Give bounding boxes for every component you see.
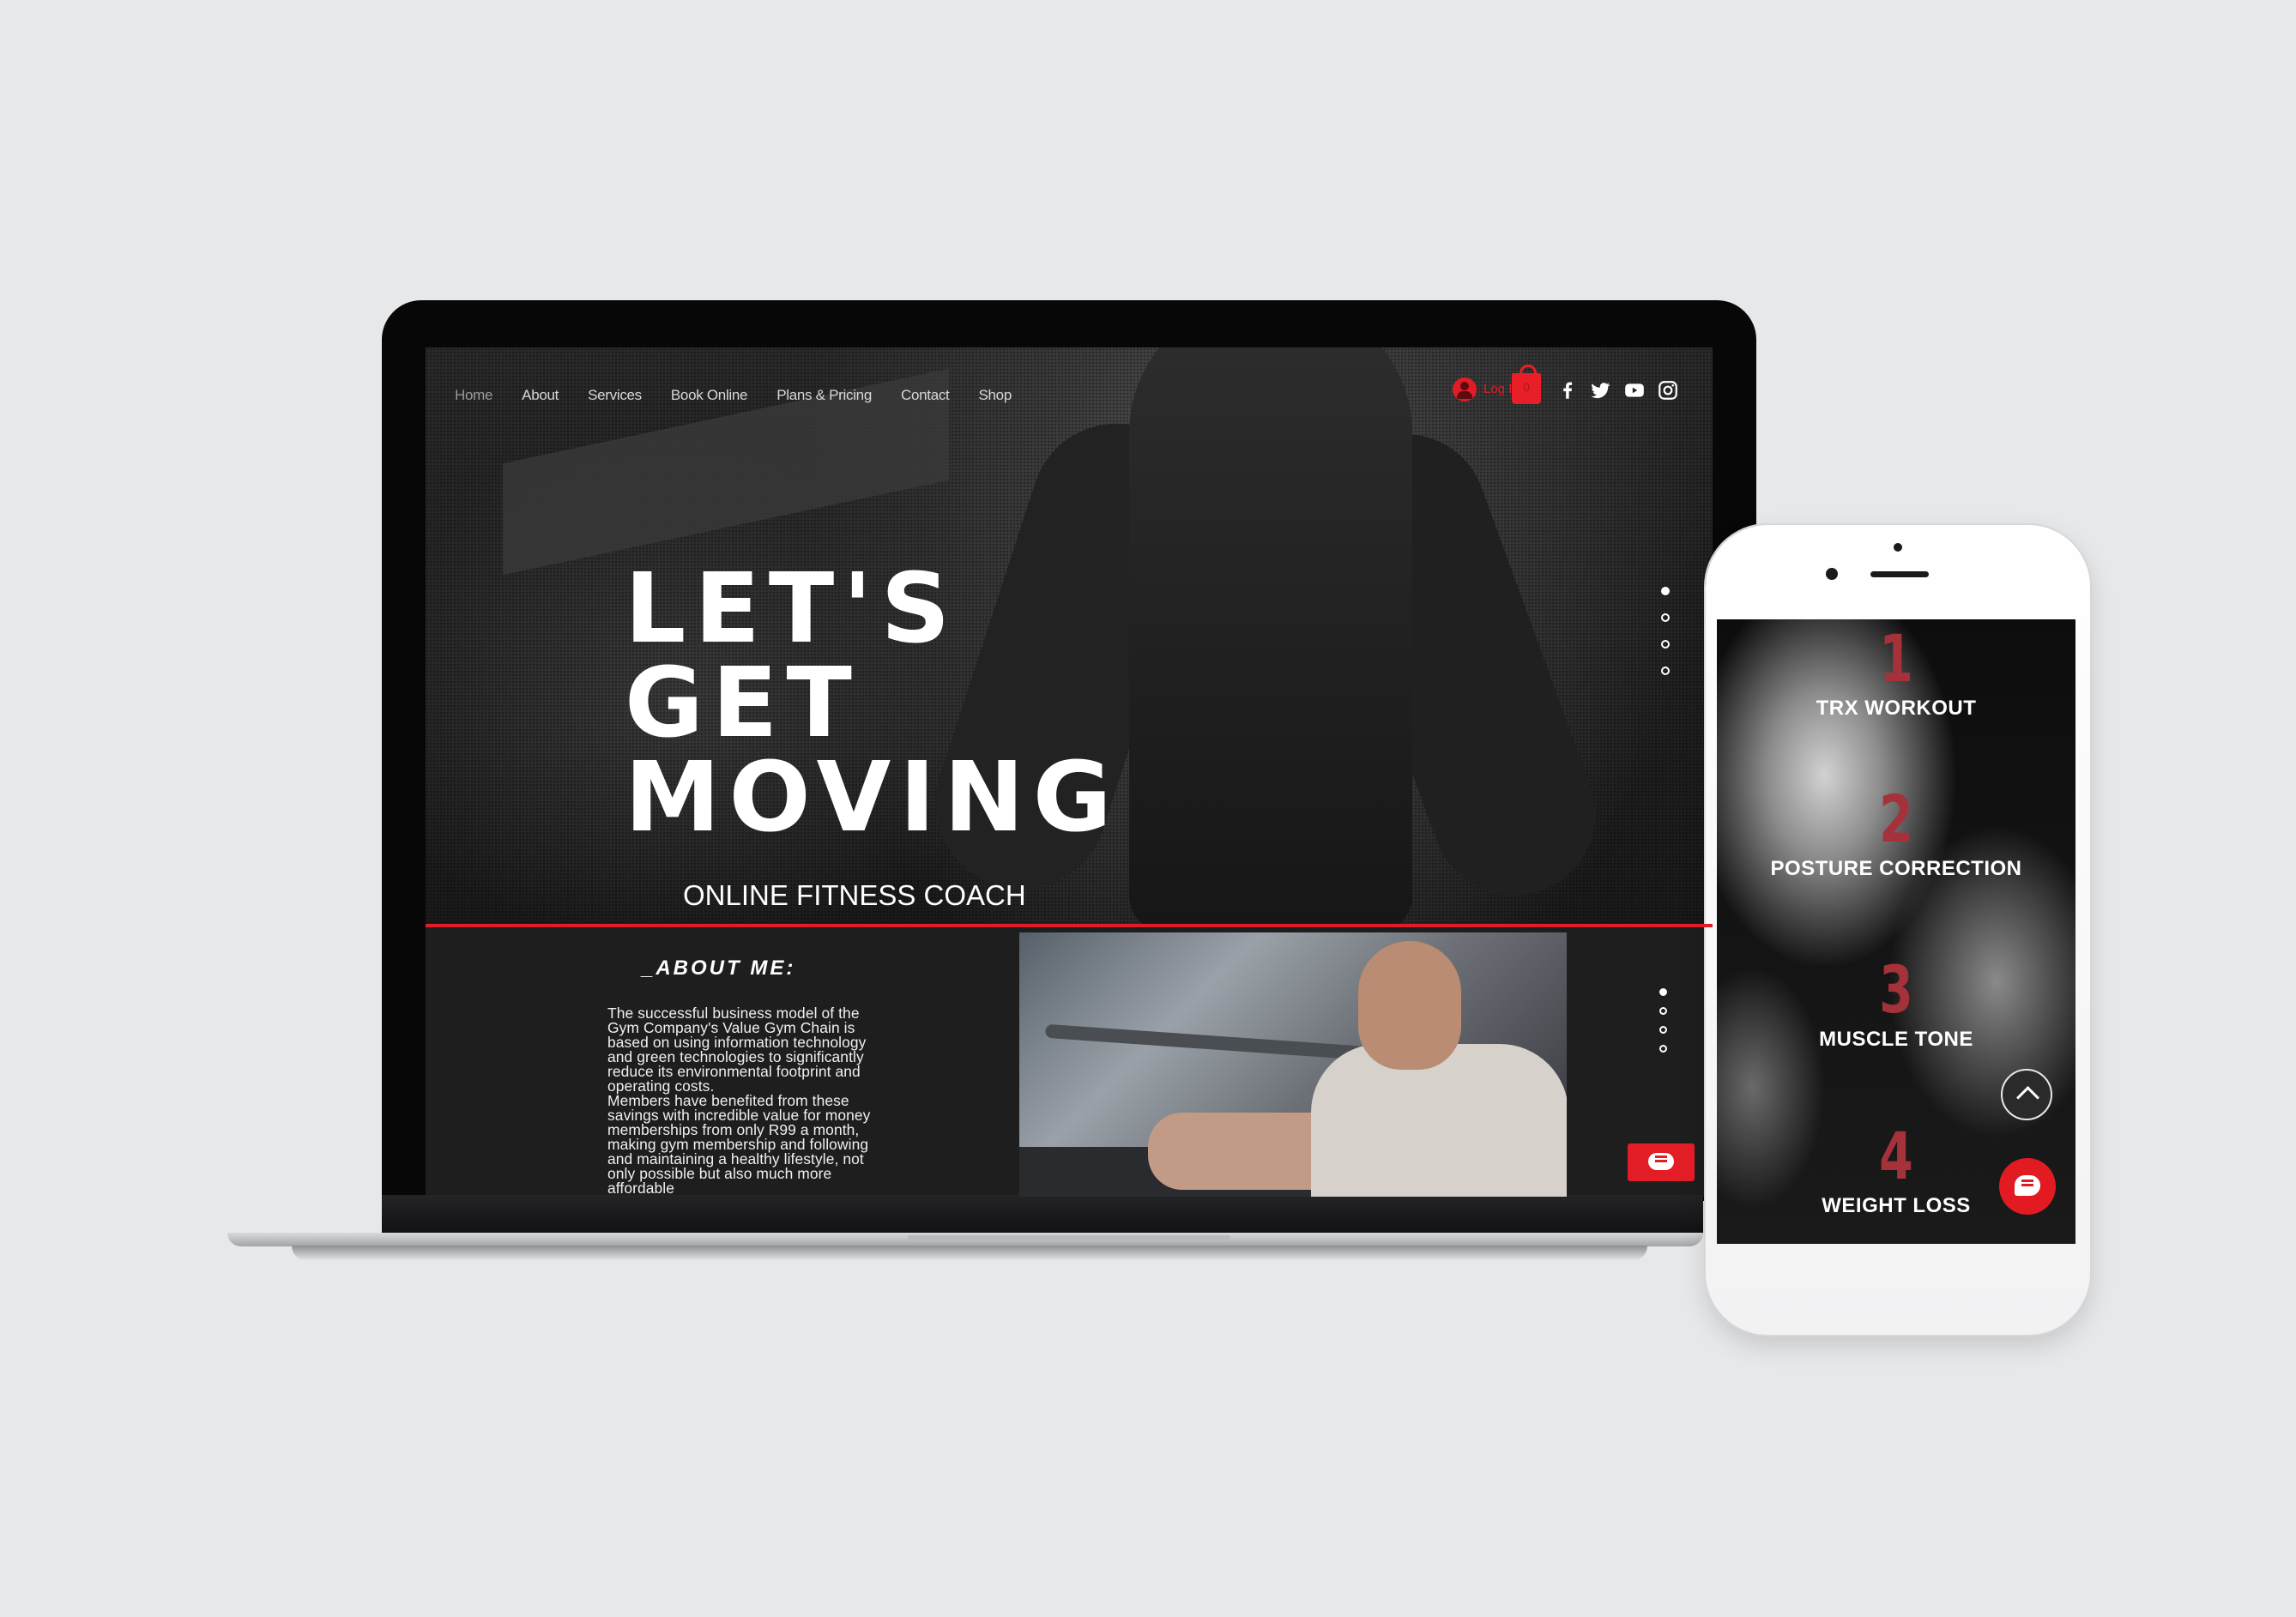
slide-dot-1[interactable] — [1661, 587, 1670, 595]
hero-title-line-2: GET — [625, 648, 861, 759]
cart-count: 0 — [1523, 380, 1530, 394]
phone-sensor — [1894, 543, 1902, 552]
about-body: The successful business model of the Gym… — [607, 1005, 871, 1197]
service-number: 4 — [1879, 1118, 1913, 1194]
chat-button[interactable] — [1628, 1143, 1695, 1181]
section-dot-1[interactable] — [1659, 988, 1667, 996]
nav-shop[interactable]: Shop — [978, 378, 1012, 413]
service-item[interactable]: 2 POSTURE CORRECTION — [1717, 787, 2075, 881]
cart-bag-icon[interactable]: 0 — [1512, 365, 1541, 404]
service-number: 3 — [1879, 951, 1913, 1028]
photo-barbell — [1044, 1023, 1372, 1061]
hero-person-photo — [1129, 347, 1412, 925]
hero-title-line-1: LET'S — [625, 553, 959, 665]
service-item[interactable]: 1 TRX WORKOUT — [1717, 626, 2075, 721]
nav-home[interactable]: Home — [455, 378, 492, 413]
chat-icon — [2015, 1175, 2040, 1196]
laptop-screen: Home About Services Book Online Plans & … — [426, 347, 1713, 1197]
nav-contact[interactable]: Contact — [901, 378, 950, 413]
nav-plans-pricing[interactable]: Plans & Pricing — [776, 378, 872, 413]
nav-services[interactable]: Services — [588, 378, 642, 413]
slide-dot-3[interactable] — [1661, 640, 1670, 649]
hero-subtitle: ONLINE FITNESS COACH — [683, 879, 1026, 911]
youtube-icon[interactable] — [1623, 379, 1646, 401]
trainer-photo — [1019, 932, 1567, 1197]
nav-about[interactable]: About — [522, 378, 559, 413]
laptop-notch — [908, 1235, 1230, 1242]
photo-trainer-body — [1311, 1044, 1567, 1197]
service-number: 2 — [1879, 781, 1913, 857]
section-dot-4[interactable] — [1659, 1045, 1667, 1053]
hero-title: LET'S GET MOVING — [625, 553, 1121, 854]
service-item[interactable]: 3 MUSCLE TONE — [1717, 957, 2075, 1052]
scroll-to-top-button[interactable] — [2001, 1069, 2052, 1120]
hero-slide-dots — [1661, 587, 1673, 693]
facebook-icon[interactable] — [1556, 379, 1579, 401]
nav-book-online[interactable]: Book Online — [671, 378, 748, 413]
slide-dot-2[interactable] — [1661, 613, 1670, 622]
service-label: TRX WORKOUT — [1816, 697, 1977, 720]
section-dot-3[interactable] — [1659, 1026, 1667, 1034]
section-dot-2[interactable] — [1659, 1007, 1667, 1015]
slide-dot-4[interactable] — [1661, 667, 1670, 675]
laptop-shadow — [292, 1246, 1647, 1261]
phone-screen: 1 TRX WORKOUT 2 POSTURE CORRECTION 3 MUS… — [1717, 619, 2075, 1244]
instagram-icon[interactable] — [1657, 379, 1679, 401]
service-label: MUSCLE TONE — [1819, 1028, 1973, 1051]
service-number: 1 — [1879, 620, 1913, 697]
phone-camera — [1826, 568, 1838, 580]
laptop-chin — [382, 1195, 1703, 1234]
about-title: _ABOUT ME: — [642, 956, 796, 980]
main-nav: Home About Services Book Online Plans & … — [455, 378, 1012, 413]
twitter-icon[interactable] — [1589, 379, 1611, 401]
user-avatar-icon[interactable] — [1453, 377, 1477, 401]
chat-icon — [1648, 1153, 1674, 1170]
phone-speaker — [1870, 571, 1929, 577]
photo-trainer-head — [1358, 941, 1461, 1070]
chevron-up-icon — [2016, 1086, 2039, 1109]
service-label: POSTURE CORRECTION — [1770, 857, 2022, 880]
section-dots — [1659, 988, 1670, 1064]
section-divider — [426, 924, 1713, 927]
chat-button-mobile[interactable] — [1999, 1158, 2056, 1215]
hero-title-line-3: MOVING — [625, 742, 1121, 854]
